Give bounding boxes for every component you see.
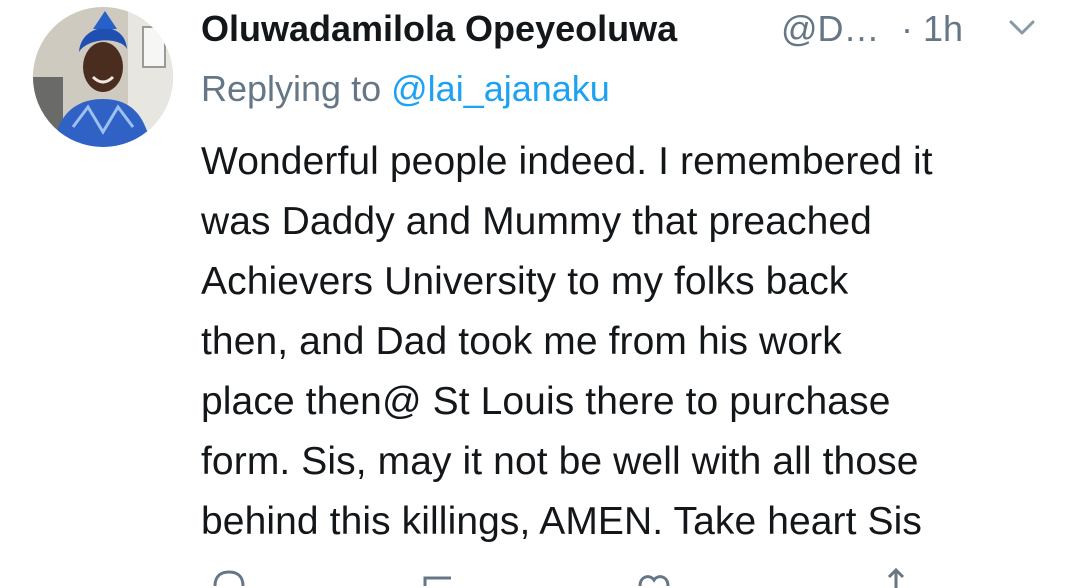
- tweet-header: Oluwadamilola Opeyeoluwa @D… · 1h: [201, 0, 1061, 58]
- tweet-text-line: form. Sis, may it not be well with all t…: [201, 440, 919, 483]
- author-handle[interactable]: @D…: [781, 8, 880, 50]
- reply-mention-link[interactable]: @lai_ajanaku: [391, 68, 610, 109]
- tweet-time[interactable]: · 1h: [901, 8, 963, 50]
- tweet-text: Wonderful people indeed. I remembered it…: [201, 132, 1061, 552]
- tweet-actions: [201, 568, 961, 588]
- tweet-text-line: Achievers University to my folks back: [201, 260, 849, 303]
- tweet-text-line: Wonderful people indeed. I remembered it: [201, 140, 933, 183]
- reply-icon[interactable]: [211, 568, 247, 588]
- tweet-text-line: was Daddy and Mummy that preached: [201, 200, 872, 243]
- tweet[interactable]: Oluwadamilola Opeyeoluwa @D… · 1h Replyi…: [201, 0, 1061, 543]
- share-icon[interactable]: [881, 568, 911, 588]
- replying-to: Replying to @lai_ajanaku: [201, 68, 610, 110]
- author-name[interactable]: Oluwadamilola Opeyeoluwa: [201, 8, 677, 50]
- chevron-down-icon[interactable]: [1007, 18, 1037, 38]
- heart-icon[interactable]: [636, 568, 672, 588]
- tweet-text-line: then, and Dad took me from his work: [201, 320, 842, 363]
- avatar[interactable]: [33, 7, 173, 147]
- replying-prefix: Replying to: [201, 68, 382, 109]
- tweet-text-line: behind this killings, AMEN. Take heart S…: [201, 500, 922, 543]
- retweet-icon[interactable]: [421, 568, 461, 588]
- avatar-photo: [33, 7, 173, 147]
- tweet-text-line: place then@ St Louis there to purchase: [201, 380, 891, 423]
